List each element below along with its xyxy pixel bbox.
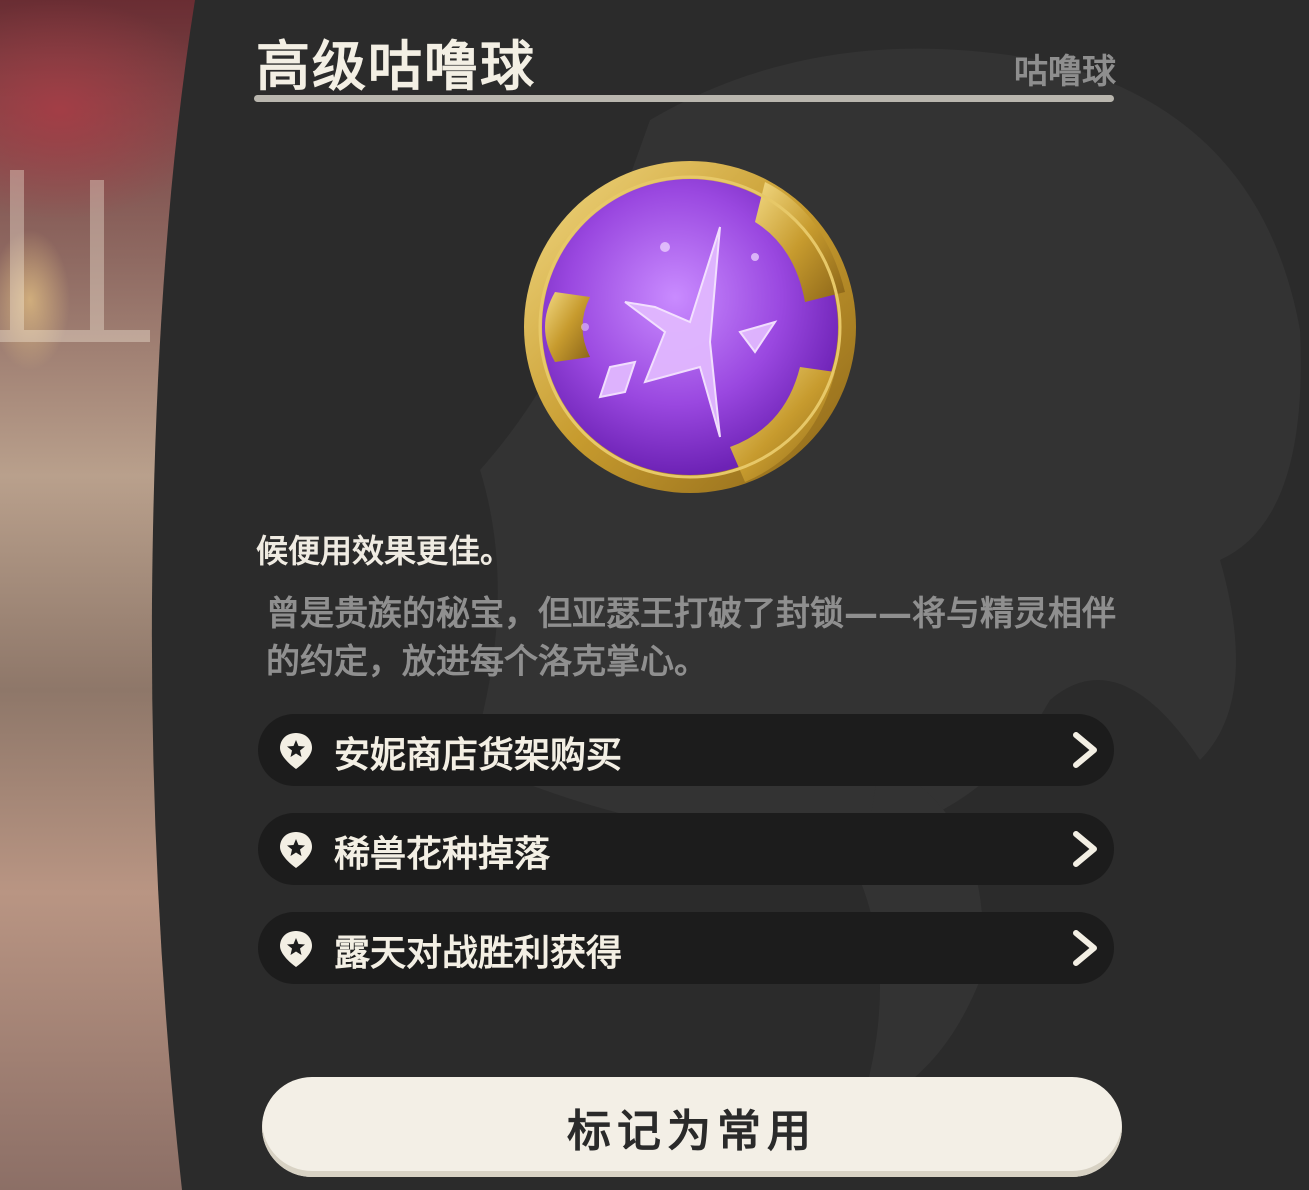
source-label: 安妮商店货架购买 — [334, 735, 623, 776]
source-row-shop[interactable]: 安妮商店货架购买 — [258, 714, 1114, 786]
item-lore-text: 曾是贵族的秘宝，但亚瑟王打破了封锁——将与精灵相伴的约定，放进每个洛克掌心。 — [266, 594, 1116, 682]
chevron-right-icon — [1073, 732, 1097, 768]
map-pin-icon — [280, 733, 312, 769]
source-label: 稀兽花种掉落 — [334, 834, 551, 875]
map-pin-icon — [280, 931, 312, 967]
source-row-battle[interactable]: 露天对战胜利获得 — [258, 912, 1114, 984]
purple-crystal-orb-icon — [524, 161, 856, 493]
chevron-right-icon — [1073, 930, 1097, 966]
source-row-drop[interactable]: 稀兽花种掉落 — [258, 813, 1114, 885]
item-title: 高级咕噜球 — [256, 35, 536, 98]
item-effect-text: 候便用效果更佳。 — [256, 532, 513, 570]
chevron-right-icon — [1073, 831, 1097, 867]
mark-as-favorite-button[interactable]: 标记为常用 — [262, 1077, 1122, 1177]
map-pin-icon — [280, 832, 312, 868]
item-detail-panel: 高级咕噜球 咕噜球 候便用效果更佳。 曾是贵族的秘宝，但亚瑟王打破了封锁——将与… — [0, 0, 1309, 1190]
title-divider — [254, 95, 1114, 102]
source-label: 露天对战胜利获得 — [334, 933, 623, 974]
item-category: 咕噜球 — [1014, 52, 1116, 92]
